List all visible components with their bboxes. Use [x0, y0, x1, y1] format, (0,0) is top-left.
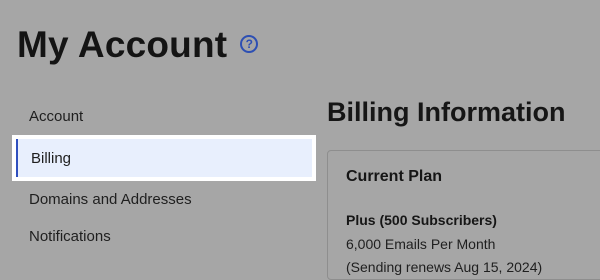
- current-plan-title: Current Plan: [346, 168, 443, 185]
- sidebar-item-account[interactable]: Account: [12, 98, 316, 135]
- sidebar-item-label: Domains and Addresses: [29, 191, 192, 208]
- page-title: My Account: [17, 23, 228, 65]
- page-header: My Account ?: [17, 20, 259, 68]
- plan-renewal: (Sending renews Aug 15, 2024): [346, 259, 543, 275]
- current-plan-card: Current Plan Plus (500 Subscribers) 6,00…: [327, 150, 600, 280]
- sidebar-item-label: Billing: [31, 149, 72, 167]
- sidebar-item-notifications[interactable]: Notifications: [12, 218, 316, 255]
- plan-emails-per-month: 6,000 Emails Per Month: [346, 236, 496, 252]
- sidebar-item-domains[interactable]: Domains and Addresses: [12, 181, 316, 218]
- sidebar-item-label: Notifications: [29, 228, 111, 245]
- sidebar-item-highlight: Billing: [16, 139, 312, 177]
- sidebar-item-label: Account: [29, 108, 84, 125]
- question-circle-icon[interactable]: ?: [240, 35, 259, 53]
- sidebar-item-billing[interactable]: Billing: [12, 135, 316, 181]
- section-title: Billing Information: [327, 97, 566, 127]
- plan-name: Plus (500 Subscribers): [346, 212, 497, 228]
- sidebar-nav: Account Billing Domains and Addresses No…: [12, 98, 316, 255]
